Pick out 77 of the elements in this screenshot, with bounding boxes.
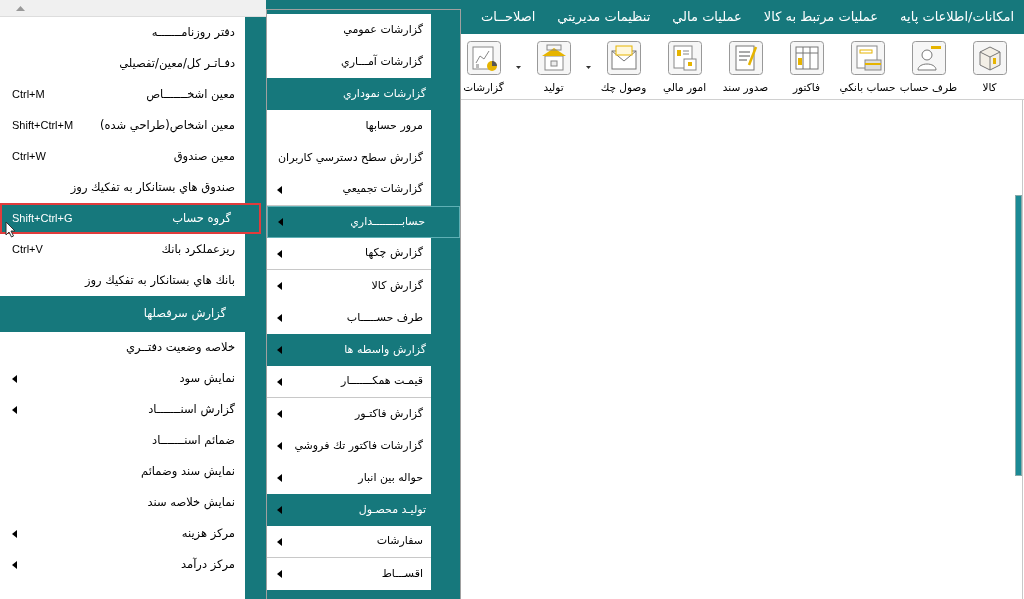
menu-item[interactable]: مركز هزينه [0, 518, 245, 549]
scroll-up-icon [16, 5, 25, 11]
menu-item[interactable]: گزارشات آمـــاري [267, 46, 431, 78]
toolbar-button[interactable]: كالا [959, 41, 1020, 96]
menu-item[interactable]: حواله بين انبار [267, 462, 431, 494]
submenu-arrow-icon [277, 282, 282, 290]
dropdown-caret-icon [586, 66, 591, 69]
menu-item[interactable]: عمليات مرتبط به كالا [763, 7, 879, 27]
toolbar-button[interactable]: فاكتور [776, 41, 837, 96]
menu-item[interactable]: گزارش فاكتـور [267, 398, 431, 430]
toolbar-button[interactable]: حساب بانكي [837, 41, 898, 96]
menu-item[interactable]: نمايش سند وضمائم [0, 456, 245, 487]
shortcut-label: Shift+Ctrl+M [12, 118, 74, 134]
menu-item[interactable]: قيمـت همكـــــــار [267, 366, 431, 398]
submenu-arrow-icon [277, 314, 282, 322]
submenu-arrow-icon [12, 374, 17, 383]
toolbar-button[interactable]: وصول چك [584, 41, 654, 96]
menu-item[interactable]: گزارش اسنـــــــاد [0, 394, 245, 425]
menu-item[interactable]: ضمائم اسنـــــــاد [0, 425, 245, 456]
toolbar-button[interactable]: توليد [514, 41, 584, 96]
menu-item[interactable]: اصلاحــات [481, 7, 536, 27]
menu-item[interactable]: گزارشات فاكتور تك فروشي [267, 430, 431, 462]
shortcut-label: Shift+Ctrl+G [12, 211, 73, 227]
menu-item[interactable]: نمايش سود [0, 363, 245, 394]
menu-item[interactable]: سفارشات [267, 526, 431, 558]
submenu-arrow-icon [277, 442, 282, 450]
menu-item[interactable]: طرف حســـــاب [267, 302, 431, 334]
box-icon [972, 41, 1007, 75]
submenu-arrow-icon [12, 529, 17, 538]
menu-item[interactable]: بانك هاي بستانكار به تفكيك روز [0, 265, 245, 296]
menu-item[interactable]: دفتر روزنامـــــــه [0, 17, 245, 48]
house-icon [536, 41, 571, 75]
toolbar-button[interactable]: صدور سند [715, 41, 776, 96]
menu-section-header[interactable]: حسابـــــــــداري [267, 206, 460, 238]
submenu-arrow-icon [277, 249, 282, 258]
menu-item[interactable]: صندوق هاي بستانكار به تفكيك روز [0, 172, 245, 203]
submenu-arrow-icon [277, 537, 282, 546]
envelope-icon [606, 41, 641, 75]
menu-item[interactable]: گزارش كالا [267, 270, 431, 302]
bank-card-icon [850, 41, 885, 75]
toolbar-button[interactable]: طرف حساب [898, 41, 959, 96]
money-document-icon [667, 41, 702, 75]
submenu-arrow-icon [277, 474, 282, 482]
menu-item[interactable]: تنظيمات مديريتي [557, 7, 651, 27]
menu-item[interactable]: عمليات مالي [672, 7, 742, 27]
splitter-bar[interactable] [1015, 195, 1022, 476]
person-icon [911, 41, 946, 75]
toolbar-button[interactable]: امور مالي [654, 41, 715, 96]
submenu-arrow-icon [277, 185, 282, 194]
menu-item[interactable]: اقســـاط [267, 558, 431, 590]
menu-item[interactable]: نمايش خلاصه سند [0, 487, 245, 518]
submenu-arrow-icon [12, 560, 17, 569]
submenu-arrow-icon [277, 506, 282, 514]
menu-item[interactable]: خلاصه وضعيت دفتــري [0, 332, 245, 363]
submenu-arrow-icon [278, 218, 283, 226]
menu-item[interactable]: مركز درآمد [0, 549, 245, 580]
dropdown-caret-icon [516, 66, 521, 69]
shortcut-label: Ctrl+V [12, 242, 43, 258]
scroll-up-button[interactable] [0, 0, 266, 17]
menu-item[interactable]: امكانات/اطلاعات پايه [900, 7, 1014, 27]
menu-item[interactable]: گزارشات تجميعي [267, 174, 431, 206]
submenu-arrow-icon [12, 405, 17, 414]
invoice-icon [789, 41, 824, 75]
submenu-arrow-icon [277, 410, 282, 418]
menu-item[interactable]: مرور حسابها [267, 110, 431, 142]
chart-icon [466, 41, 501, 75]
submenu-arrow-icon [277, 346, 282, 354]
menu-item[interactable]: دفـاتـر كل/معين/تفصيلي [0, 48, 245, 79]
mouse-cursor-icon [5, 221, 16, 238]
shortcut-label: Ctrl+M [12, 87, 45, 103]
submenu-arrow-icon [277, 377, 282, 386]
document-pencil-icon [728, 41, 763, 75]
submenu-arrow-icon [277, 570, 282, 578]
menu-item[interactable]: گزارش چكها [267, 238, 431, 270]
menu-item[interactable]: گزارشات عمومي [267, 14, 431, 46]
menu-item[interactable]: گزارش سطح دسترسي كاربران [267, 142, 431, 174]
shortcut-label: Ctrl+W [12, 149, 46, 165]
